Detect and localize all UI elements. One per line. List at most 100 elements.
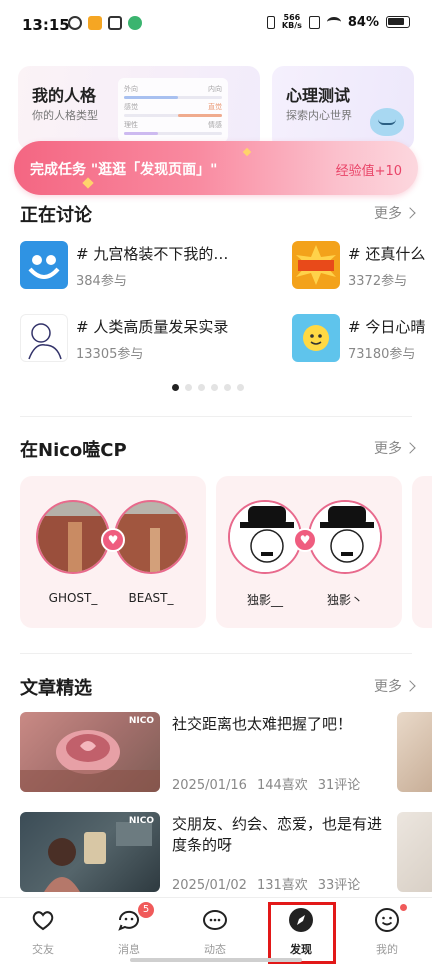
trait-bar (124, 114, 222, 117)
tab-label: 我的 (376, 943, 398, 956)
tab-profile[interactable]: 我的 (344, 898, 430, 964)
cp-pair-card[interactable]: ♥ GHOST_ BEAST_ (20, 476, 206, 628)
no-sim-icon (308, 15, 320, 29)
chevron-right-icon (404, 442, 416, 454)
trait-right: 内向 (208, 85, 222, 93)
article-item[interactable]: NICO 社交距离也太难把握了吧！ 2025/01/16 144喜欢 31评论 (20, 712, 412, 793)
carousel-dot[interactable] (185, 384, 192, 391)
carousel-dot[interactable] (237, 384, 244, 391)
cp-pair-card-peek[interactable] (412, 476, 432, 628)
topic-title: # 人类高质量发呆实录 (76, 318, 229, 336)
carousel-dot[interactable] (211, 384, 218, 391)
discussion-title: 正在讨论 (20, 205, 92, 226)
topic-thumbnail (20, 314, 68, 362)
heart-icon: ♥ (293, 528, 317, 552)
article-thumbnail: NICO (20, 712, 160, 792)
article-title: 交朋友、约会、恋爱，也是有进度条的呀 (172, 815, 383, 854)
article-peek[interactable] (397, 712, 432, 792)
cp-pair-card[interactable]: ♥ 独影__ 独影丶 (216, 476, 402, 628)
topic-thumbnail (292, 314, 340, 362)
topic-item[interactable]: # 还真什么 3372参与 (292, 241, 432, 291)
topic-thumbnail (292, 241, 340, 289)
trait-bar (124, 96, 222, 99)
cp-left-name: 独影__ (246, 593, 283, 607)
tab-label: 动态 (204, 943, 226, 956)
notification-dot (400, 904, 407, 911)
carousel-dot[interactable] (172, 384, 179, 391)
trait-right: 情感 (208, 121, 222, 129)
avatar (36, 500, 110, 574)
persona-card-subtitle: 你的人格类型 (32, 109, 98, 122)
cp-left-name: GHOST_ (48, 591, 98, 605)
cp-right-name: 独影丶 (326, 593, 363, 607)
bubble-icon (203, 910, 227, 930)
heart-icon: ♥ (101, 528, 125, 552)
task-reward: 经验值+10 (335, 164, 402, 179)
article-meta: 2025/01/16 144喜欢 31评论 (172, 774, 370, 793)
topic-item[interactable]: # 人类高质量发呆实录 13305参与 (20, 314, 280, 364)
topic-item[interactable]: # 今日心晴 73180参与 (292, 314, 432, 364)
cp-header: 在Nico嗑CP 更多 (20, 436, 416, 461)
psych-test-card[interactable]: 心理测试 探索内心世界 (272, 66, 414, 150)
battery-icon (386, 16, 410, 28)
persona-card-title: 我的人格 (32, 86, 97, 105)
tab-messages[interactable]: 5 消息 (86, 898, 172, 964)
article-logo: NICO (128, 816, 154, 826)
carousel-dot[interactable] (224, 384, 231, 391)
battery-percent: 84% (347, 14, 379, 30)
discussion-header: 正在讨论 更多 (20, 201, 416, 226)
psych-test-title: 心理测试 (286, 86, 351, 105)
heart-icon (32, 911, 54, 931)
cp-right-name: BEAST_ (128, 591, 174, 605)
section-divider (20, 653, 412, 654)
discover-screen: 13:15 566 KB/s 84% 我的人格 你的人格类型 外向 内向 感觉 … (0, 0, 432, 964)
articles-more-link[interactable]: 更多 (374, 676, 416, 696)
topic-title: # 今日心晴 (348, 318, 426, 336)
topic-count: 3372参与 (348, 274, 408, 289)
article-comments: 33评论 (317, 878, 361, 893)
status-right: 566 KB/s 84% (266, 14, 410, 30)
topic-title: # 九宫格装不下我的… (76, 245, 229, 263)
cp-more-link[interactable]: 更多 (374, 438, 416, 458)
wifi-icon (326, 17, 341, 27)
topic-count: 73180参与 (348, 347, 416, 362)
article-likes: 144喜欢 (256, 778, 308, 793)
sparkle-icon (242, 147, 252, 157)
carousel-dot[interactable] (198, 384, 205, 391)
topic-count: 13305参与 (76, 347, 144, 362)
discover-tab-highlight (268, 902, 336, 964)
topic-item[interactable]: # 九宫格装不下我的… 384参与 (20, 241, 280, 291)
avatar (228, 500, 302, 574)
topic-thumbnail (20, 241, 68, 289)
article-item[interactable]: NICO 交朋友、约会、恋爱，也是有进度条的呀 2025/01/02 131喜欢 3… (20, 812, 412, 893)
persona-card[interactable]: 我的人格 你的人格类型 外向 内向 感觉 直觉 理性 情感 (18, 66, 260, 150)
trait-row: 感觉 直觉 (124, 102, 222, 112)
chevron-right-icon (404, 207, 416, 219)
status-bar: 13:15 566 KB/s 84% (0, 0, 432, 50)
carousel-dots (172, 384, 244, 391)
article-peek[interactable] (397, 812, 432, 892)
discussion-more-link[interactable]: 更多 (374, 203, 416, 223)
status-time: 13:15 (22, 16, 70, 34)
more-label: 更多 (374, 441, 402, 457)
net-speed-unit: KB/s (281, 21, 302, 30)
tab-friends[interactable]: 交友 (0, 898, 86, 964)
tab-feed[interactable]: 动态 (172, 898, 258, 964)
task-banner[interactable]: 完成任务 "逛逛「发现页面」" 经验值+10 (14, 141, 418, 195)
trait-row: 外向 内向 (124, 84, 222, 94)
topic-title: # 还真什么 (348, 245, 426, 263)
article-date: 2025/01/02 (172, 878, 247, 893)
smiley-icon (375, 908, 399, 932)
article-comments: 31评论 (317, 778, 361, 793)
trait-left: 感觉 (124, 103, 138, 111)
article-title: 社交距离也太难把握了吧！ (172, 715, 353, 733)
sparkle-icon (82, 177, 94, 189)
article-logo: NICO (128, 716, 154, 726)
article-meta: 2025/01/02 131喜欢 33评论 (172, 874, 370, 893)
notification-icons (68, 16, 142, 30)
bottom-tab-bar: 交友 5 消息 动态 发现 我的 (0, 897, 432, 964)
unread-badge: 5 (138, 902, 154, 918)
home-indicator (130, 958, 302, 962)
tab-label: 交友 (32, 943, 54, 956)
more-label: 更多 (374, 679, 402, 695)
